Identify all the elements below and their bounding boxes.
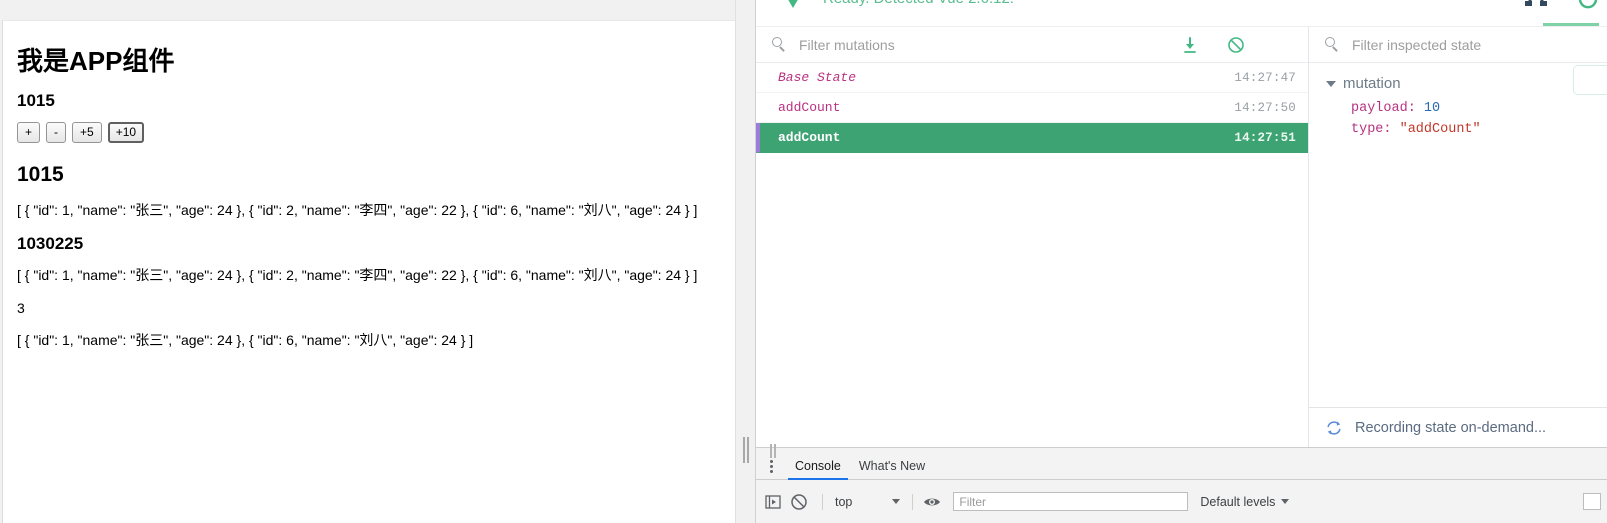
filter-inspected-state-input[interactable] bbox=[1352, 36, 1597, 53]
page-document: 我是APP组件 1015 + - +5 +10 1015 [ { "id": 1… bbox=[2, 20, 735, 523]
mutation-name: Base State bbox=[778, 70, 857, 85]
panel-resizer[interactable] bbox=[735, 0, 755, 523]
inspector-entry-payload: payload: 10 bbox=[1351, 101, 1441, 116]
mutations-list[interactable]: Base State 14:27:47 addCount 14:27:50 ad… bbox=[756, 63, 1308, 447]
filter-mutations-input[interactable] bbox=[799, 36, 1180, 53]
increment-button[interactable]: + bbox=[17, 122, 41, 144]
mutation-row-base-state[interactable]: Base State 14:27:47 bbox=[756, 63, 1308, 93]
mutations-toolbar bbox=[756, 27, 1308, 63]
chevron-down-icon bbox=[892, 499, 901, 504]
eye-icon[interactable] bbox=[921, 491, 943, 513]
inspector-group-label: mutation bbox=[1343, 75, 1401, 92]
vue-logo-icon bbox=[779, 0, 807, 10]
section-text-3: [ { "id": 1, "name": "张三", "age": 24 }, … bbox=[17, 331, 474, 348]
section-text-2: [ { "id": 1, "name": "张三", "age": 24 }, … bbox=[17, 267, 698, 284]
clear-icon[interactable] bbox=[1226, 35, 1246, 55]
mutations-actions bbox=[1180, 35, 1298, 55]
entry-key: payload bbox=[1351, 101, 1408, 116]
entry-value[interactable]: "addCount" bbox=[1400, 122, 1481, 137]
log-level-selector[interactable]: Default levels bbox=[1200, 494, 1290, 509]
mutation-name: addCount bbox=[778, 100, 841, 115]
page-title: 我是APP组件 bbox=[17, 46, 175, 76]
chevron-down-icon[interactable] bbox=[1326, 80, 1336, 87]
inspector-pane: mutation payload: 10 type: "addCount" bbox=[1309, 27, 1607, 447]
console-filter-input[interactable] bbox=[953, 492, 1189, 511]
tab-console[interactable]: Console bbox=[786, 453, 850, 480]
drawer-tabbar: Console What's New bbox=[756, 453, 1607, 480]
settings-box-partial[interactable] bbox=[1583, 493, 1601, 510]
active-tab-underline bbox=[1543, 23, 1599, 26]
entry-key: type bbox=[1351, 122, 1384, 137]
toolbar-divider bbox=[912, 493, 914, 510]
inspected-state-body: mutation payload: 10 type: "addCount" bbox=[1309, 63, 1607, 407]
record-icon[interactable] bbox=[1272, 35, 1292, 55]
execute-icon[interactable] bbox=[762, 491, 784, 513]
log-level-value: Default levels bbox=[1200, 494, 1276, 509]
inspector-entry-type: type: "addCount" bbox=[1351, 122, 1481, 137]
mutation-time: 14:27:47 bbox=[1234, 70, 1296, 85]
resizer-grip-icon bbox=[742, 437, 750, 463]
clear-console-icon[interactable] bbox=[788, 491, 810, 513]
vue-devtools-topbar: Ready. Detected Vue 2.6.12. bbox=[756, 0, 1607, 26]
section-text-1: [ { "id": 1, "name": "张三", "age": 24 }, … bbox=[17, 202, 698, 219]
mutation-row-selected[interactable]: addCount 14:27:51 bbox=[756, 123, 1308, 153]
add-five-button[interactable]: +5 bbox=[72, 122, 102, 144]
inspector-group-mutation[interactable]: mutation bbox=[1323, 75, 1607, 92]
search-icon bbox=[772, 37, 787, 52]
browser-page-pane: 我是APP组件 1015 + - +5 +10 1015 [ { "id": 1… bbox=[0, 0, 741, 523]
screen: 我是APP组件 1015 + - +5 +10 1015 [ { "id": 1… bbox=[0, 0, 1607, 523]
vue-status-text: Ready. Detected Vue 2.6.12. bbox=[823, 0, 1014, 7]
recording-state-footer[interactable]: Recording state on-demand... bbox=[1309, 407, 1607, 447]
context-value: top bbox=[835, 494, 853, 509]
section-heading-3: 3 bbox=[17, 299, 25, 316]
export-icon[interactable] bbox=[1180, 35, 1200, 55]
mutation-name: addCount bbox=[778, 130, 841, 145]
console-drawer: Console What's New top Filter Default le… bbox=[756, 444, 1607, 523]
mutation-time: 14:27:50 bbox=[1234, 100, 1296, 115]
decrement-button[interactable]: - bbox=[46, 122, 67, 144]
context-selector[interactable]: top bbox=[831, 495, 904, 509]
mutations-pane: Base State 14:27:47 addCount 14:27:50 ad… bbox=[756, 27, 1309, 447]
recording-state-label: Recording state on-demand... bbox=[1355, 419, 1547, 436]
inspector-toolbar bbox=[1309, 27, 1607, 63]
toolbar-divider bbox=[822, 493, 823, 510]
component-tree-icon[interactable] bbox=[1523, 0, 1549, 12]
devtools-panel: Ready. Detected Vue 2.6.12. bbox=[755, 0, 1607, 523]
tab-whats-new[interactable]: What's New bbox=[850, 453, 934, 480]
search-icon bbox=[1325, 37, 1340, 52]
refresh-badge-icon[interactable] bbox=[1575, 0, 1601, 12]
console-toolbar: top Default levels bbox=[756, 480, 1607, 523]
devtools-main: Base State 14:27:47 addCount 14:27:50 ad… bbox=[756, 26, 1607, 447]
refresh-icon[interactable] bbox=[1325, 419, 1343, 437]
add-ten-button[interactable]: +10 bbox=[107, 122, 145, 144]
entry-value[interactable]: 10 bbox=[1424, 101, 1440, 116]
mutation-time: 14:27:51 bbox=[1234, 130, 1296, 145]
mutation-row[interactable]: addCount 14:27:50 bbox=[756, 93, 1308, 123]
kebab-menu-icon[interactable] bbox=[764, 457, 778, 475]
chevron-down-icon bbox=[1281, 499, 1290, 504]
overflow-button-partial[interactable] bbox=[1573, 65, 1607, 95]
counter-button-row: + - +5 +10 bbox=[17, 122, 721, 144]
drawer-grip-icon bbox=[768, 444, 780, 458]
devtools-topbar-actions bbox=[1523, 0, 1601, 12]
section-heading-1: 1015 bbox=[17, 163, 64, 187]
section-heading-2: 1030225 bbox=[17, 233, 84, 253]
count-display: 1015 bbox=[17, 90, 55, 110]
